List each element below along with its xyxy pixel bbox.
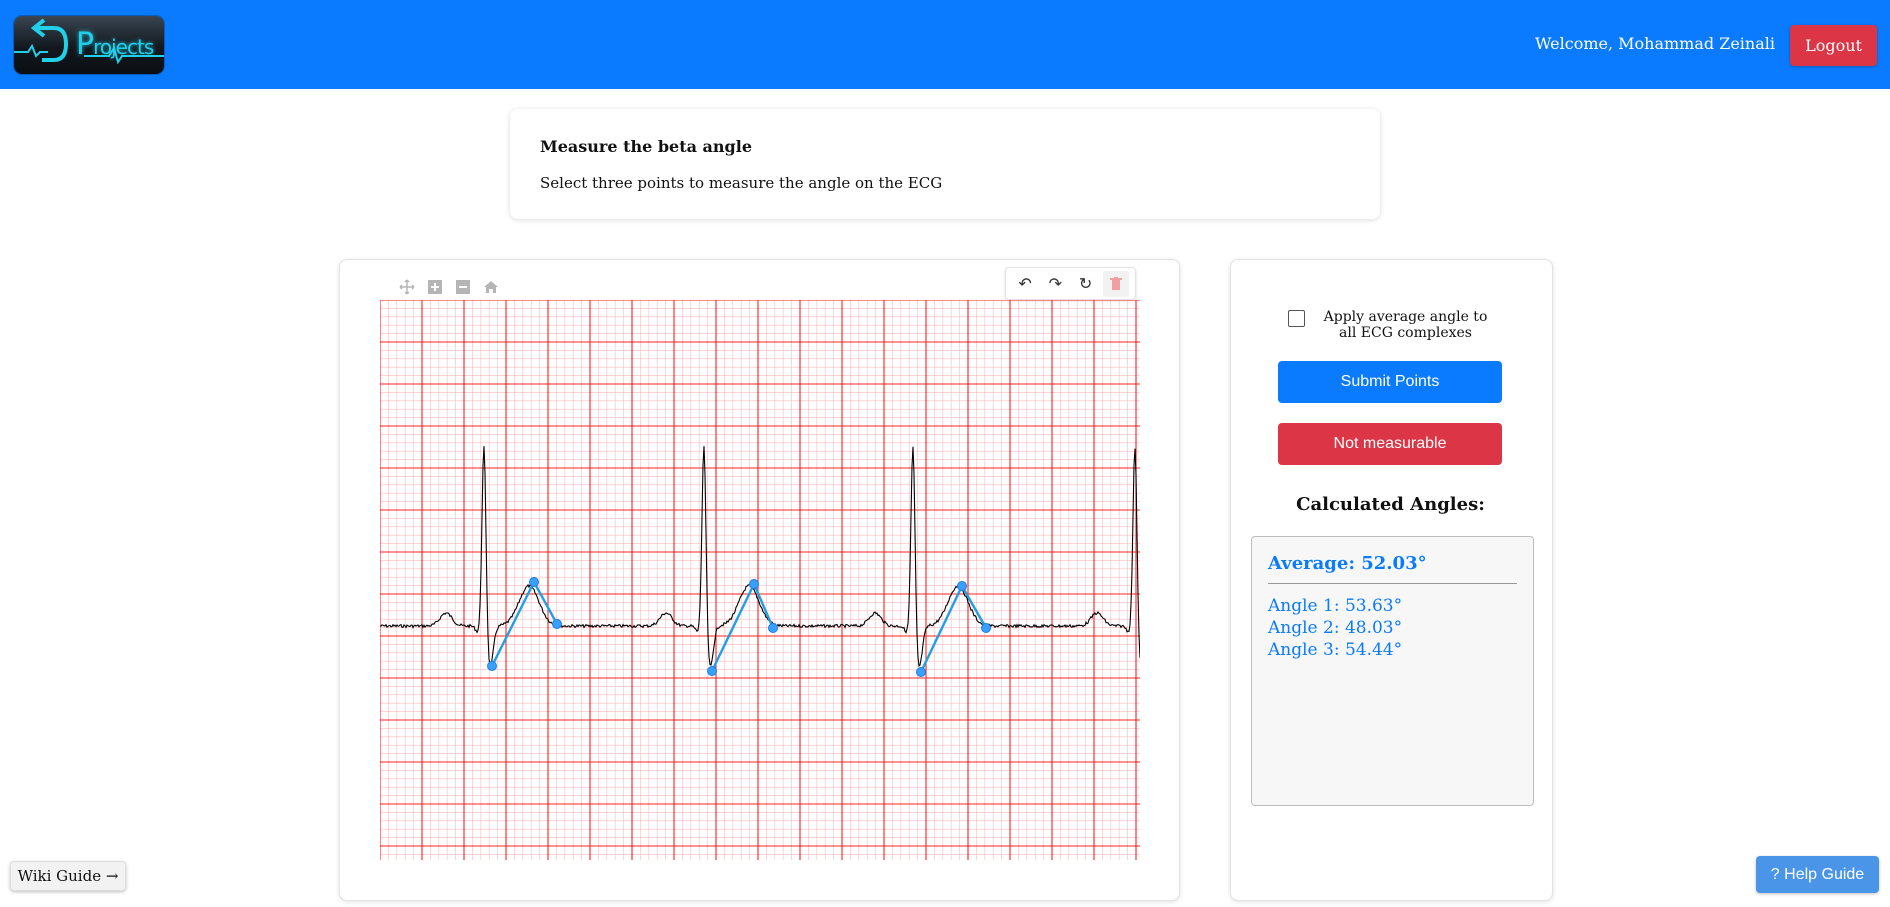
top-navbar: Projects Welcome, Mohammad Zeinali Logou…	[0, 0, 1890, 89]
angle-point[interactable]	[707, 666, 717, 676]
not-measurable-button[interactable]: Not measurable	[1278, 423, 1502, 465]
ecg-grid-major	[380, 300, 1140, 860]
angle-point[interactable]	[487, 661, 497, 671]
wiki-guide-button[interactable]: Wiki Guide →	[10, 861, 126, 891]
task-title: Measure the beta angle	[540, 137, 752, 156]
home-icon[interactable]	[482, 278, 500, 296]
calculated-angles-heading: Calculated Angles:	[1296, 494, 1485, 515]
angle-point[interactable]	[552, 619, 562, 629]
pan-icon[interactable]	[398, 278, 416, 296]
angle-point[interactable]	[749, 579, 759, 589]
redo-icon[interactable]: ↷	[1042, 271, 1068, 297]
angle-item: Angle 3: 54.44°	[1268, 640, 1403, 660]
angle-point[interactable]	[957, 581, 967, 591]
angle-list: Angle 1: 53.63° Angle 2: 48.03° Angle 3:…	[1268, 595, 1402, 661]
angle-item: Angle 2: 48.03°	[1268, 618, 1403, 638]
plot-toolbar	[384, 272, 509, 302]
angles-result-box: Average: 52.03° Angle 1: 53.63° Angle 2:…	[1251, 536, 1534, 806]
logout-button[interactable]: Logout	[1790, 25, 1877, 66]
average-angle: Average: 52.03°	[1268, 553, 1427, 574]
welcome-text: Welcome, Mohammad Zeinali	[1535, 34, 1775, 53]
apply-average-row[interactable]: Apply average angle to all ECG complexes	[1288, 309, 1498, 341]
undo-icon[interactable]: ↶	[1012, 271, 1038, 297]
app-logo[interactable]: Projects	[14, 16, 164, 74]
apply-average-label[interactable]: Apply average angle to all ECG complexes	[1313, 309, 1498, 341]
edit-toolbar: ↶ ↷ ↻	[1005, 267, 1136, 300]
zoom-out-icon[interactable]	[454, 278, 472, 296]
angle-item: Angle 1: 53.63°	[1268, 596, 1403, 616]
angle-point[interactable]	[529, 577, 539, 587]
zoom-in-icon[interactable]	[426, 278, 444, 296]
reset-icon[interactable]: ↻	[1073, 271, 1099, 297]
angle-point[interactable]	[768, 623, 778, 633]
help-guide-button[interactable]: ? Help Guide	[1756, 856, 1879, 893]
logo-wordmark: Projects	[76, 27, 154, 62]
task-description: Select three points to measure the angle…	[540, 174, 943, 192]
submit-points-button[interactable]: Submit Points	[1278, 361, 1502, 403]
angle-point[interactable]	[916, 667, 926, 677]
ecg-plot[interactable]	[380, 300, 1140, 860]
divider	[1268, 583, 1517, 584]
instruction-card: Measure the beta angle Select three poin…	[510, 109, 1380, 219]
trash-icon[interactable]	[1102, 270, 1129, 297]
ecg-trace	[380, 446, 1140, 669]
angle-point[interactable]	[981, 623, 991, 633]
angle-annotations[interactable]	[487, 577, 991, 677]
apply-average-checkbox[interactable]	[1288, 310, 1305, 327]
